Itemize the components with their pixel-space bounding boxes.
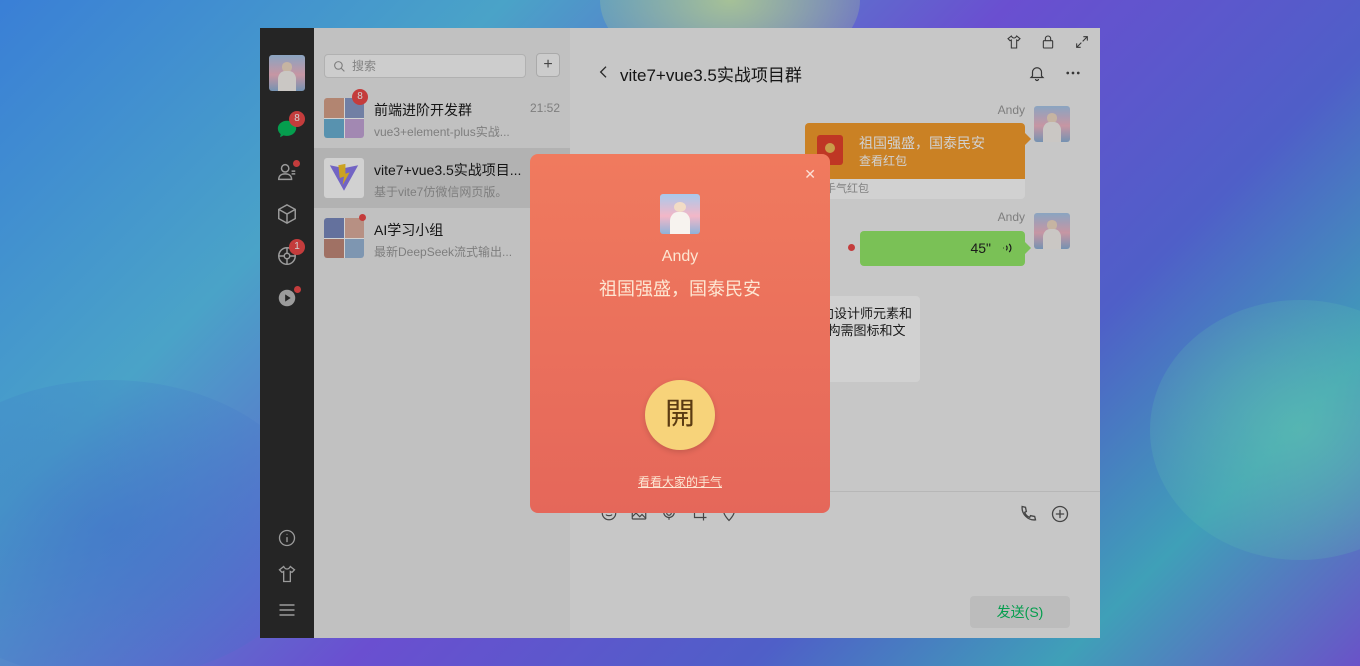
modal-wish: 祖国强盛，国泰民安 <box>530 275 830 301</box>
sender-avatar <box>660 194 700 234</box>
red-packet-modal: ✕ Andy 祖国强盛，国泰民安 開 看看大家的手气 <box>530 154 830 513</box>
open-red-packet-button[interactable]: 開 <box>645 380 715 450</box>
view-luck-link[interactable]: 看看大家的手气 <box>530 473 830 490</box>
close-icon[interactable]: ✕ <box>804 166 816 183</box>
modal-sender: Andy <box>530 248 830 266</box>
